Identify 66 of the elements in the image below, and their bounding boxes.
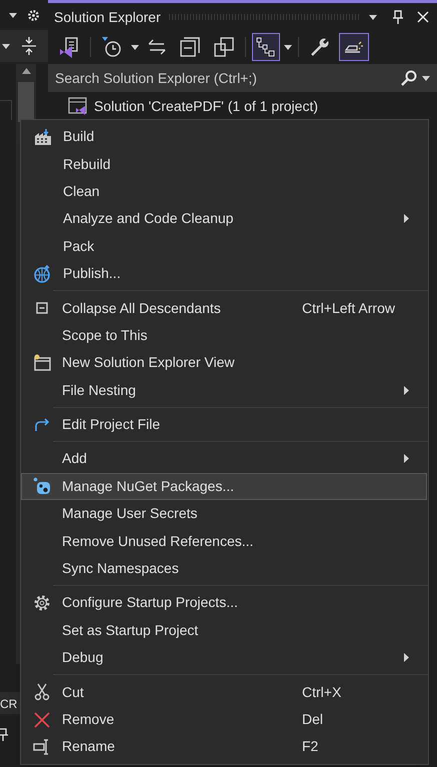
copy-icon bbox=[213, 36, 235, 58]
sync-arrows-icon bbox=[147, 37, 167, 57]
menu-item[interactable]: Rebuild bbox=[22, 150, 427, 178]
globe-icon bbox=[34, 264, 52, 283]
shortcut-text: Ctrl+Left Arrow bbox=[302, 300, 395, 316]
panel-title: Solution Explorer bbox=[54, 8, 161, 27]
menu-item[interactable]: Build bbox=[22, 123, 427, 150]
solution-icon bbox=[58, 36, 80, 58]
solution-icon bbox=[68, 96, 88, 116]
menu-item[interactable]: Pack bbox=[22, 232, 427, 260]
menu-item[interactable]: Remove Unused References... bbox=[21, 527, 427, 555]
dropdown-caret-icon bbox=[369, 14, 377, 20]
factory-icon bbox=[34, 128, 52, 146]
pin-icon[interactable] bbox=[393, 10, 403, 24]
cross-icon bbox=[33, 710, 51, 728]
settings-icon[interactable] bbox=[27, 8, 40, 22]
menu-item[interactable]: File Nesting bbox=[21, 376, 427, 404]
menu-item[interactable]: New Solution Explorer View bbox=[21, 349, 427, 377]
search-field[interactable]: Search Solution Explorer (Ctrl+;) bbox=[48, 64, 437, 92]
wrench-icon bbox=[309, 36, 331, 58]
new-window-icon bbox=[33, 354, 51, 372]
pin-icon[interactable] bbox=[0, 727, 8, 741]
scrollbar-thumb[interactable] bbox=[18, 82, 34, 122]
collapse-all-icon bbox=[179, 36, 201, 58]
caret-icon bbox=[2, 44, 10, 48]
menu-item[interactable]: Clean bbox=[22, 178, 427, 206]
search-icon[interactable] bbox=[401, 70, 417, 86]
clock-icon bbox=[101, 36, 123, 58]
shortcut-text: Del bbox=[302, 711, 324, 727]
rename-icon bbox=[33, 738, 51, 756]
menu-item[interactable]: Debug bbox=[21, 644, 427, 672]
menu-item[interactable]: Manage NuGet Packages... bbox=[21, 472, 427, 500]
close-icon[interactable] bbox=[417, 11, 429, 23]
split-icon[interactable] bbox=[21, 37, 37, 55]
tree-item[interactable]: Solution 'CreatePDF' (1 of 1 project) bbox=[94, 96, 318, 116]
menu-item[interactable]: Edit Project File bbox=[21, 410, 427, 438]
hierarchy-icon bbox=[256, 37, 276, 57]
up-arrow-icon[interactable] bbox=[22, 68, 30, 74]
package-icon bbox=[33, 477, 51, 496]
dropdown-caret-icon[interactable] bbox=[284, 44, 292, 50]
shortcut-text: F2 bbox=[302, 738, 318, 754]
menu-item[interactable]: Cut Ctrl+X bbox=[21, 678, 427, 706]
menu-item[interactable]: Sync Namespaces bbox=[21, 554, 427, 582]
menu-item[interactable]: Add bbox=[21, 445, 427, 473]
menu-item[interactable]: Configure Startup Projects... bbox=[21, 589, 427, 617]
dropdown-caret-icon bbox=[422, 76, 430, 80]
menu-item[interactable]: Publish... bbox=[22, 260, 427, 288]
toolbar-button[interactable] bbox=[339, 33, 369, 61]
menu-item[interactable]: Collapse All Descendants Ctrl+Left Arrow bbox=[21, 294, 427, 322]
menu-item[interactable]: Set as Startup Project bbox=[21, 616, 427, 644]
menu-item[interactable]: Manage User Secrets bbox=[21, 500, 427, 528]
menu-item[interactable]: Rename F2 bbox=[21, 733, 427, 761]
label-text: CR bbox=[0, 697, 18, 711]
gear-icon bbox=[33, 594, 51, 612]
menu-item[interactable]: Remove Del bbox=[21, 706, 427, 734]
menu-item[interactable]: Scope to This bbox=[21, 322, 427, 350]
dropdown-caret-icon[interactable] bbox=[131, 44, 139, 50]
menu-item[interactable]: Analyze and Code Cleanup bbox=[22, 205, 427, 233]
scissors-icon bbox=[33, 683, 51, 702]
caret-icon bbox=[9, 12, 17, 18]
shortcut-text: Ctrl+X bbox=[302, 684, 342, 700]
search-input[interactable]: Search Solution Explorer (Ctrl+;) bbox=[55, 68, 401, 88]
field-frame bbox=[0, 100, 12, 120]
collapse-icon bbox=[36, 302, 48, 314]
redo-arrow-icon bbox=[33, 416, 51, 434]
toolbar-button[interactable] bbox=[252, 33, 280, 61]
